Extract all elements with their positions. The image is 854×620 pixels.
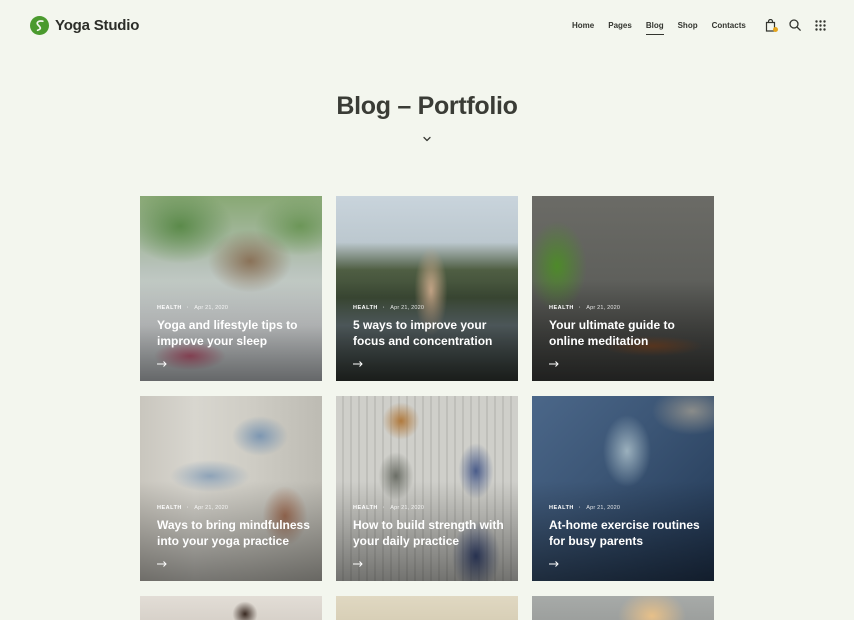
post-image	[140, 596, 322, 620]
post-image	[532, 596, 714, 620]
main-nav: Home Pages Blog Shop Contacts	[572, 20, 760, 35]
menu-button[interactable]	[813, 18, 827, 32]
arrow-right-icon[interactable]	[353, 361, 363, 367]
post-title[interactable]: How to build strength with your daily pr…	[353, 518, 506, 549]
grid-menu-icon	[814, 19, 826, 31]
chevron-down-icon[interactable]	[422, 134, 432, 144]
post-title[interactable]: Ways to bring mindfulness into your yoga…	[157, 518, 310, 549]
nav-item-blog[interactable]: Blog	[645, 20, 664, 35]
blog-card[interactable]: HEALTH · Apr 21, 2020 Ways to bring mind…	[140, 396, 322, 581]
blog-card[interactable]: HEALTH · Apr 21, 2020 Your ultimate guid…	[532, 196, 714, 381]
post-date: Apr 21, 2020	[586, 505, 621, 511]
search-button[interactable]	[788, 18, 802, 32]
arrow-right-icon[interactable]	[353, 561, 363, 567]
post-date: Apr 21, 2020	[390, 505, 425, 511]
brand-name: Yoga Studio	[55, 17, 140, 34]
post-title[interactable]: Yoga and lifestyle tips to improve your …	[157, 318, 310, 349]
nav-item-contacts[interactable]: Contacts	[712, 20, 746, 31]
post-meta: HEALTH · Apr 21, 2020	[157, 505, 229, 511]
blog-card-partial[interactable]	[336, 596, 518, 620]
blog-card[interactable]: HEALTH · Apr 21, 2020 5 ways to improve …	[336, 196, 518, 381]
blog-card[interactable]: HEALTH · Apr 21, 2020 How to build stren…	[336, 396, 518, 581]
arrow-right-icon[interactable]	[157, 561, 167, 567]
logo[interactable]: Yoga Studio	[30, 16, 139, 35]
post-meta: HEALTH · Apr 21, 2020	[549, 505, 621, 511]
blog-card[interactable]: HEALTH · Apr 21, 2020 At-home exercise r…	[532, 396, 714, 581]
blog-card-partial[interactable]	[532, 596, 714, 620]
post-date: Apr 21, 2020	[586, 305, 621, 311]
post-overlay: HEALTH · Apr 21, 2020 Your ultimate guid…	[549, 305, 702, 367]
arrow-right-icon[interactable]	[549, 361, 559, 367]
post-title[interactable]: Your ultimate guide to online meditation	[549, 318, 702, 349]
post-date: Apr 21, 2020	[390, 305, 425, 311]
post-overlay: HEALTH · Apr 21, 2020 At-home exercise r…	[549, 505, 702, 567]
post-overlay: HEALTH · Apr 21, 2020 How to build stren…	[353, 505, 506, 567]
arrow-right-icon[interactable]	[157, 361, 167, 367]
logo-icon	[30, 16, 49, 35]
post-title[interactable]: At-home exercise routines for busy paren…	[549, 518, 702, 549]
post-overlay: HEALTH · Apr 21, 2020 Ways to bring mind…	[157, 505, 310, 567]
nav-item-home[interactable]: Home	[572, 20, 594, 31]
post-overlay: HEALTH · Apr 21, 2020 5 ways to improve …	[353, 305, 506, 367]
cart-badge	[773, 27, 778, 32]
post-date: Apr 21, 2020	[194, 305, 229, 311]
cart-button[interactable]	[763, 18, 778, 32]
site-header: Yoga Studio Home Pages Blog Shop Contact…	[0, 0, 854, 52]
post-category[interactable]: HEALTH	[549, 305, 574, 311]
header-icons	[763, 18, 838, 32]
post-meta: HEALTH · Apr 21, 2020	[353, 505, 425, 511]
page-title: Blog – Portfolio	[336, 92, 518, 120]
post-category[interactable]: HEALTH	[549, 505, 574, 511]
post-meta: HEALTH · Apr 21, 2020	[157, 305, 229, 311]
post-date: Apr 21, 2020	[194, 505, 229, 511]
search-icon	[789, 19, 801, 31]
post-image	[336, 596, 518, 620]
post-overlay: HEALTH · Apr 21, 2020 Yoga and lifestyle…	[157, 305, 310, 367]
blog-card[interactable]: HEALTH · Apr 21, 2020 Yoga and lifestyle…	[140, 196, 322, 381]
nav-item-pages[interactable]: Pages	[608, 20, 632, 31]
post-category[interactable]: HEALTH	[353, 305, 378, 311]
post-category[interactable]: HEALTH	[353, 505, 378, 511]
post-category[interactable]: HEALTH	[157, 505, 182, 511]
post-meta: HEALTH · Apr 21, 2020	[353, 305, 425, 311]
blog-card-partial[interactable]	[140, 596, 322, 620]
arrow-right-icon[interactable]	[549, 561, 559, 567]
nav-item-shop[interactable]: Shop	[678, 20, 698, 31]
post-title[interactable]: 5 ways to improve your focus and concent…	[353, 318, 506, 349]
post-category[interactable]: HEALTH	[157, 305, 182, 311]
post-meta: HEALTH · Apr 21, 2020	[549, 305, 621, 311]
